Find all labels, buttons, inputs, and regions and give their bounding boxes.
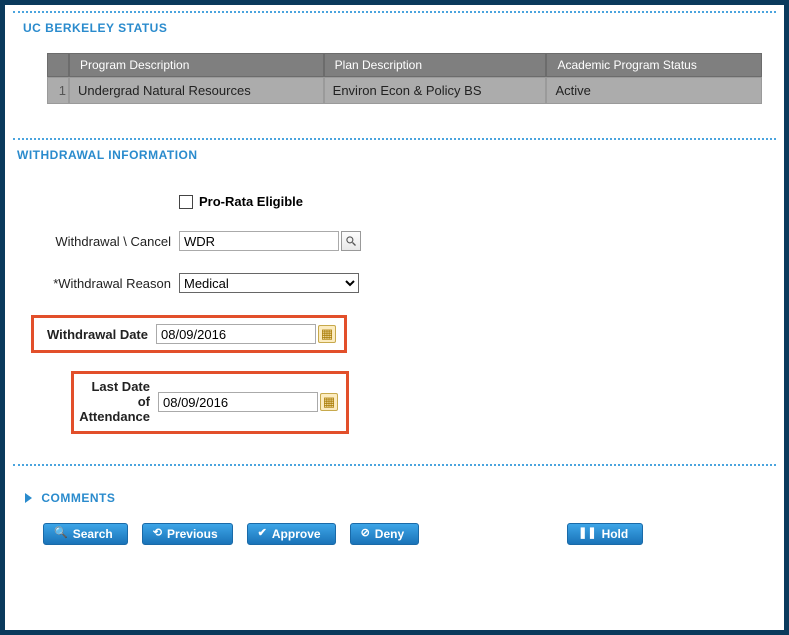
search-button[interactable]: 🔍 Search xyxy=(43,523,128,545)
calendar-icon[interactable]: ▦ xyxy=(318,325,336,343)
reason-label: *Withdrawal Reason xyxy=(31,276,179,291)
withdrawal-cancel-input[interactable] xyxy=(179,231,339,251)
prorata-label: Pro-Rata Eligible xyxy=(199,194,303,209)
hold-icon: ❚❚ xyxy=(578,528,596,539)
col-header-program: Program Description xyxy=(69,53,324,77)
previous-button[interactable]: ⟲ Previous xyxy=(142,523,233,545)
magnifier-icon xyxy=(345,235,357,247)
status-table-wrap: Program Description Plan Description Aca… xyxy=(13,43,776,138)
last-date-attendance-row: Last Date of Attendance ▦ xyxy=(31,371,776,434)
section-title-withdrawal: WITHDRAWAL INFORMATION xyxy=(13,144,776,170)
withdrawal-date-input[interactable] xyxy=(156,324,316,344)
withdrawal-date-highlight: Withdrawal Date ▦ xyxy=(31,315,347,353)
table-row: 1 Undergrad Natural Resources Environ Ec… xyxy=(47,77,762,104)
row-number: 1 xyxy=(47,77,69,104)
section-title-comments: COMMENTS xyxy=(41,491,115,505)
section-divider-mid xyxy=(13,138,776,140)
section-title-status: UC BERKELEY STATUS xyxy=(13,17,776,43)
calendar-icon[interactable]: ▦ xyxy=(320,393,338,411)
hold-button[interactable]: ❚❚ Hold xyxy=(567,523,643,545)
wc-label: Withdrawal \ Cancel xyxy=(31,234,179,249)
previous-icon: ⟲ xyxy=(153,528,162,539)
search-icon: 🔍 xyxy=(54,528,68,539)
deny-button[interactable]: ⊘ Deny xyxy=(350,523,420,545)
wdate-label: Withdrawal Date xyxy=(38,327,156,342)
withdrawal-cancel-row: Withdrawal \ Cancel xyxy=(31,231,776,251)
last-date-attendance-input[interactable] xyxy=(158,392,318,412)
withdrawal-date-row: Withdrawal Date ▦ xyxy=(31,315,776,353)
section-divider-top xyxy=(13,11,776,13)
last-date-highlight: Last Date of Attendance ▦ xyxy=(71,371,349,434)
section-divider-comments xyxy=(13,464,776,466)
approve-icon: ✔ xyxy=(258,528,267,539)
action-button-bar: 🔍 Search ⟲ Previous ✔ Approve ⊘ Deny ❚❚ … xyxy=(13,505,776,545)
withdrawal-reason-row: *Withdrawal Reason Medical xyxy=(31,273,776,293)
expand-icon[interactable] xyxy=(25,493,32,503)
lookup-icon[interactable] xyxy=(341,231,361,251)
withdrawal-reason-select[interactable]: Medical xyxy=(179,273,359,293)
status-table: Program Description Plan Description Aca… xyxy=(47,53,762,104)
col-header-plan: Plan Description xyxy=(324,53,547,77)
lda-label: Last Date of Attendance xyxy=(78,380,158,425)
col-header-aps: Academic Program Status xyxy=(546,53,762,77)
cell-program: Undergrad Natural Resources xyxy=(69,77,324,104)
prorata-row: Pro-Rata Eligible xyxy=(31,194,776,209)
deny-icon: ⊘ xyxy=(361,528,370,539)
prorata-checkbox[interactable] xyxy=(179,195,193,209)
cell-aps: Active xyxy=(546,77,762,104)
cell-plan: Environ Econ & Policy BS xyxy=(324,77,547,104)
approve-button[interactable]: ✔ Approve xyxy=(247,523,336,545)
